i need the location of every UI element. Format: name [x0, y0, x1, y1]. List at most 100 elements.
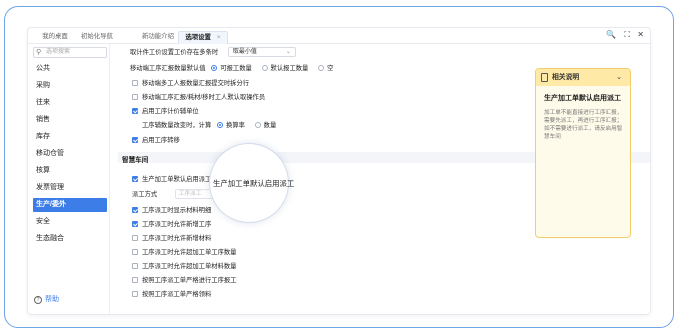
tab-options-settings[interactable]: 选项设置 × — [178, 31, 228, 44]
related-info-panel: 相关说明 ⌄ 生产加工单默认启用派工 加工单不能直接进行工序汇报，需要先派工，再进… — [535, 68, 631, 238]
price-setting-value: 取最小值 — [232, 49, 257, 56]
calc-row: 工序辅数量改变时，计算 换算率 数量 — [142, 120, 276, 129]
calc-option-quantity[interactable]: 数量 — [254, 122, 277, 129]
calc-option-rate[interactable]: 换算率 — [217, 122, 245, 129]
checkbox[interactable] — [132, 235, 138, 241]
report-option-default[interactable]: 默认报工数量 — [261, 65, 309, 72]
panel-header-label: 相关说明 — [552, 74, 580, 81]
radio-selected[interactable] — [211, 65, 218, 71]
checkbox[interactable] — [132, 291, 138, 297]
sidebar-item-security[interactable]: 安全 — [33, 215, 107, 229]
help-link[interactable]: ? 帮助 — [34, 294, 59, 304]
setting-checkbox-row[interactable]: 工序派工时允许超加工单工序数量 — [132, 247, 236, 256]
setting-checkbox-row[interactable]: 启用工序转移 — [132, 135, 180, 144]
checkbox-checked[interactable] — [132, 207, 138, 213]
checkbox-checked[interactable] — [132, 221, 138, 227]
close-tab-icon[interactable]: × — [217, 34, 221, 41]
report-default-row: 移动端工序汇报数量默认值 可报工数量 默认报工数量 空 — [130, 63, 333, 72]
section-title: 智慧车间 — [122, 157, 149, 164]
panel-description: 加工单不能直接进行工序汇报，需要先派工，再进行工序汇报；如不需要进行派工，请反启… — [544, 110, 623, 140]
checkbox-label: 工序派工时允许超加工单工序数量 — [142, 249, 237, 256]
sidebar: ⚲ 选项搜索 公共 采购 往来 销售 库存 移动仓管 核算 发票管理 生产/委外 … — [28, 44, 110, 314]
radio[interactable] — [318, 65, 325, 71]
checkbox-checked[interactable] — [132, 137, 138, 143]
price-setting-row: 取计件工价设置工价存在多条时 取最小值 ⌄ — [130, 47, 296, 58]
chevron-down-icon[interactable]: ⌄ — [616, 69, 622, 86]
setting-checkbox-row[interactable]: 工序派工时允许新增工序 — [132, 219, 211, 228]
checkbox-label: 生产加工单默认启用派工 — [142, 176, 212, 183]
sidebar-item-accounting[interactable]: 核算 — [33, 164, 107, 178]
sidebar-item-inventory[interactable]: 库存 — [33, 130, 107, 144]
checkbox[interactable] — [132, 277, 138, 283]
panel-header[interactable]: 相关说明 ⌄ — [536, 69, 630, 86]
setting-checkbox-row[interactable]: 移动端多工人报数量汇报提交时拆分行 — [132, 78, 249, 87]
report-option-label: 可报工数量 — [220, 65, 252, 72]
sidebar-item-sales[interactable]: 销售 — [33, 113, 107, 127]
setting-checkbox-row[interactable]: 按照工序派工单严格进行工序报工 — [132, 275, 236, 284]
search-icon[interactable]: 🔍 — [606, 30, 616, 39]
magnifier-lens: 生产加工单默认启用派工 — [209, 143, 294, 223]
sidebar-item-invoice[interactable]: 发票管理 — [33, 181, 107, 195]
setting-checkbox-row[interactable]: 按照工序派工单严格领料 — [132, 289, 211, 298]
search-icon: ⚲ — [36, 49, 42, 56]
checkbox-checked[interactable] — [132, 108, 138, 114]
checkbox-label: 工序派工时允许超加工单材料数量 — [142, 263, 237, 270]
report-option-label: 默认报工数量 — [270, 65, 309, 72]
magnified-label: 生产加工单默认启用派工 — [213, 179, 295, 188]
radio[interactable] — [261, 65, 268, 71]
help-label: 帮助 — [45, 296, 59, 303]
radio-selected[interactable] — [217, 122, 224, 128]
checkbox-label: 启用工序转移 — [142, 137, 180, 144]
checkbox-label: 工序派工时允许新增工序 — [142, 221, 212, 228]
report-option-reportable[interactable]: 可报工数量 — [211, 65, 252, 72]
sidebar-item-accounts[interactable]: 往来 — [33, 96, 107, 110]
price-setting-select[interactable]: 取最小值 ⌄ — [227, 47, 296, 58]
radio[interactable] — [254, 122, 261, 128]
checkbox-label: 工序派工时显示材料明细 — [142, 207, 212, 214]
calc-option-label: 数量 — [263, 122, 277, 129]
sidebar-item-mobile-warehouse[interactable]: 移动仓管 — [33, 147, 107, 161]
tab-new-features[interactable]: 新功能介绍 — [138, 31, 178, 44]
sidebar-item-production[interactable]: 生产/委外 — [33, 198, 107, 212]
checkbox-label: 按照工序派工单严格进行工序报工 — [142, 277, 237, 284]
panel-title: 生产加工单默认启用派工 — [544, 95, 621, 102]
tab-my-desktop[interactable]: 我的桌面 — [36, 31, 74, 44]
checkbox[interactable] — [132, 249, 138, 255]
dispatch-method-label: 派工方式 — [132, 191, 158, 198]
close-icon[interactable]: ✕ — [637, 30, 644, 39]
dispatch-checkbox-row[interactable]: 生产加工单默认启用派工 — [132, 174, 211, 183]
checkbox-label: 移动端多工人报数量汇报提交时拆分行 — [142, 80, 250, 87]
checkbox-label: 移动端工序汇报/耗材/移时工人默认取操作员 — [142, 94, 266, 101]
sidebar-search-input[interactable]: ⚲ 选项搜索 — [33, 47, 107, 58]
checkbox[interactable] — [132, 263, 138, 269]
report-default-label: 移动端工序汇报数量默认值 — [130, 65, 206, 72]
tab-options-label: 选项设置 — [185, 34, 211, 41]
chevron-down-icon: ⌄ — [285, 49, 291, 56]
setting-checkbox-row[interactable]: 工序派工时允许超加工单材料数量 — [132, 261, 236, 270]
checkbox-label: 按照工序派工单严格领料 — [142, 291, 212, 298]
setting-checkbox-row[interactable]: 工序派工时显示材料明细 — [132, 205, 211, 214]
sidebar-item-purchase[interactable]: 采购 — [33, 79, 107, 93]
help-icon: ? — [34, 296, 42, 304]
calc-option-label: 换算率 — [226, 122, 245, 129]
price-setting-label: 取计件工价设置工价存在多条时 — [130, 49, 219, 56]
checkbox[interactable] — [132, 80, 138, 86]
sidebar-item-public[interactable]: 公共 — [33, 62, 107, 76]
checkbox-checked[interactable] — [132, 176, 138, 182]
checkbox[interactable] — [132, 94, 138, 100]
checkbox-label: 工序派工时允许新增材料 — [142, 235, 212, 242]
tab-bar: 我的桌面 初始化导航 新功能介绍 选项设置 × 🔍 ⛶ ✕ — [28, 28, 650, 44]
checkbox-label: 启用工序计价辅单位 — [142, 108, 199, 115]
search-placeholder: 选项搜索 — [46, 49, 71, 55]
calc-label: 工序辅数量改变时，计算 — [142, 122, 212, 129]
report-option-empty[interactable]: 空 — [318, 65, 333, 72]
setting-checkbox-row[interactable]: 工序派工时允许新增材料 — [132, 233, 211, 242]
setting-checkbox-row[interactable]: 移动端工序汇报/耗材/移时工人默认取操作员 — [132, 92, 265, 101]
expand-icon[interactable]: ⛶ — [624, 30, 630, 40]
document-icon — [541, 73, 548, 82]
dispatch-method-row: 派工方式 工序派工 — [132, 189, 215, 200]
sidebar-item-ecosystem[interactable]: 生态融合 — [33, 232, 107, 246]
setting-checkbox-row[interactable]: 启用工序计价辅单位 — [132, 106, 199, 115]
report-option-label: 空 — [327, 65, 334, 72]
tab-init-nav[interactable]: 初始化导航 — [76, 31, 118, 44]
